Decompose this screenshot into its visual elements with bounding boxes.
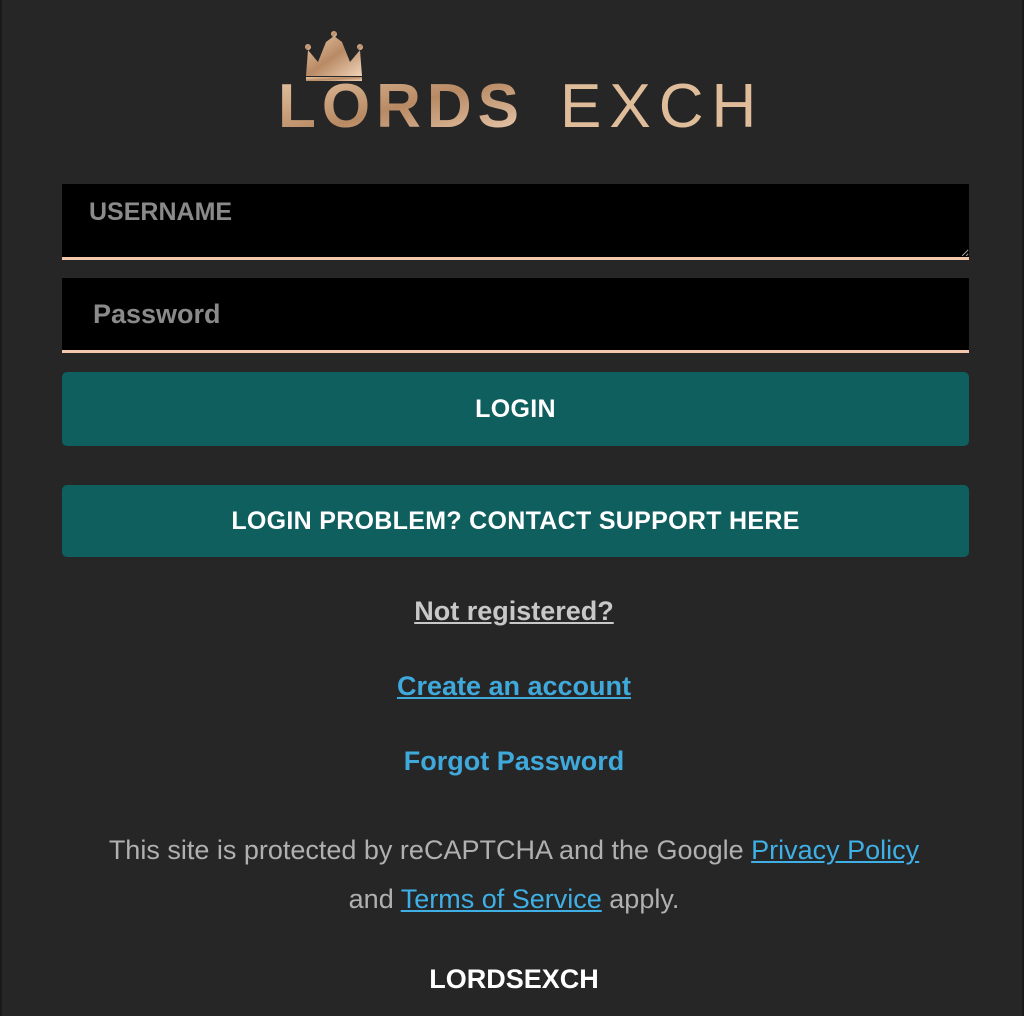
login-button[interactable]: LOGIN	[62, 372, 969, 446]
recaptcha-text-before: This site is protected by reCAPTCHA and …	[108, 835, 752, 865]
brand-logo: LORDS EXCH	[278, 30, 758, 134]
create-account-link[interactable]: Create an account	[2, 671, 1024, 702]
not-registered-text: Not registered?	[414, 596, 614, 626]
footer-brand: LORDSEXCH	[429, 964, 599, 994]
logo-word-lords: LORDS	[278, 72, 525, 134]
forgot-password-link[interactable]: Forgot Password	[2, 746, 1024, 777]
privacy-policy-link[interactable]: Privacy Policy	[751, 835, 919, 865]
logo-word-exch: EXCH	[560, 72, 758, 134]
recaptcha-text-after: apply.	[601, 884, 680, 914]
password-field[interactable]	[62, 278, 969, 353]
terms-of-service-link[interactable]: Terms of Service	[401, 884, 602, 914]
login-page: LORDS EXCH LOGIN LOGIN PROBLEM? CONTACT …	[0, 0, 1024, 1016]
username-field[interactable]	[62, 184, 969, 260]
contact-support-button[interactable]: LOGIN PROBLEM? CONTACT SUPPORT HERE	[62, 485, 969, 557]
recaptcha-notice: This site is protected by reCAPTCHA and …	[2, 826, 1024, 924]
recaptcha-text-and: and	[348, 884, 401, 914]
